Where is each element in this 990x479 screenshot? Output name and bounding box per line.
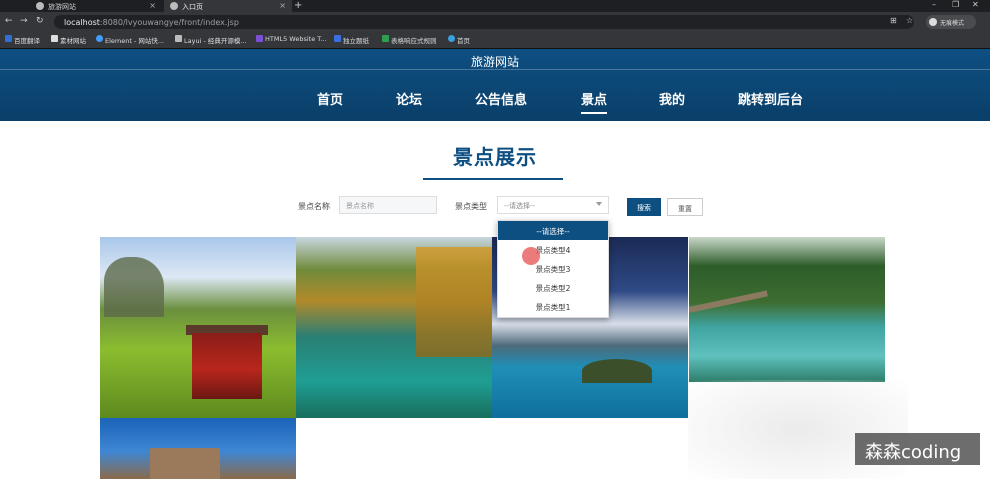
site-favicon-icon (36, 2, 44, 10)
browser-tab-bar: 旅游网站 × 入口页 × + – ❐ ✕ (0, 0, 990, 12)
dropdown-option[interactable]: 景点类型3 (498, 259, 608, 278)
address-bar[interactable]: localhost:8080/lvyouwangye/front/index.j… (54, 15, 914, 29)
nav-mine[interactable]: 我的 (659, 89, 685, 108)
url-path: :8080/lvyouwangye/front/index.jsp (99, 18, 239, 27)
nav-attractions[interactable]: 景点 (581, 89, 608, 114)
bookmark-item[interactable]: 素材网站 (51, 35, 86, 45)
globe-icon (448, 35, 455, 42)
maximize-icon[interactable]: ❐ (952, 0, 959, 9)
attraction-photo-mountain-temple[interactable] (100, 237, 296, 418)
title-underline (423, 178, 563, 180)
watermark: 森森coding (855, 433, 980, 465)
tab-label: 旅游网站 (48, 3, 76, 11)
attraction-photo-turquoise-pool[interactable] (689, 237, 885, 382)
close-icon[interactable]: × (149, 1, 156, 10)
attraction-photo-lake-forest[interactable] (296, 237, 492, 418)
bookmark-item[interactable]: Element - 网站快... (96, 35, 164, 45)
bookmarks-bar: 百度翻译 素材网站 Element - 网站快... Layui - 经典开源模… (0, 32, 990, 49)
cursor-highlight (522, 247, 540, 265)
name-search-input[interactable]: 景点名称 (339, 196, 437, 214)
new-tab-icon[interactable]: + (294, 0, 302, 11)
window-close-icon[interactable]: ✕ (972, 0, 979, 9)
dropdown-option[interactable]: --请选择-- (498, 221, 608, 240)
reload-icon[interactable]: ↻ (36, 16, 44, 26)
element-icon (96, 35, 103, 42)
folder-icon (51, 35, 58, 42)
bookmark-item[interactable]: HTML5 Website T... (256, 35, 327, 43)
bookmark-icon (382, 35, 389, 42)
tab-label: 入口页 (182, 3, 203, 11)
layui-icon (175, 35, 182, 42)
reset-button[interactable]: 重置 (667, 198, 703, 216)
header-divider (0, 69, 990, 70)
minimize-icon[interactable]: – (932, 0, 936, 9)
bookmark-item[interactable]: 首页 (448, 35, 470, 45)
dropdown-option[interactable]: 景点类型1 (498, 297, 608, 316)
nav-home[interactable]: 首页 (317, 89, 343, 108)
autumn-trees (416, 247, 492, 357)
html5-icon (256, 35, 263, 42)
palace-building (150, 448, 220, 479)
type-select[interactable]: --请选择-- (497, 196, 609, 214)
type-select-value: --请选择-- (504, 202, 536, 210)
star-icon[interactable]: ☆ (906, 16, 913, 25)
page-title: 景点展示 (453, 145, 537, 169)
bookmark-item[interactable]: Layui - 经典开源模... (175, 35, 247, 45)
dropdown-option[interactable]: 景点类型2 (498, 278, 608, 297)
tab-travel-site[interactable]: 旅游网站 × (30, 0, 162, 12)
search-button[interactable]: 搜索 (627, 198, 661, 216)
nav-admin[interactable]: 跳转到后台 (738, 89, 803, 108)
island-shape (582, 359, 652, 383)
close-icon[interactable]: × (279, 1, 286, 10)
chevron-down-icon (596, 202, 602, 206)
bookmark-icon (334, 35, 341, 42)
temple-building (192, 333, 262, 399)
translate-icon[interactable]: ⊞ (890, 16, 897, 25)
nav-announcements[interactable]: 公告信息 (475, 89, 527, 108)
nav-forum[interactable]: 论坛 (396, 89, 422, 108)
bookmark-item[interactable]: 独立题纸 (334, 35, 369, 45)
back-icon[interactable]: ← (5, 16, 13, 26)
site-header: 旅游网站 首页 论坛 公告信息 景点 我的 跳转到后台 (0, 49, 990, 121)
site-title: 旅游网站 (470, 55, 519, 69)
profile-label: 无痕模式 (940, 20, 965, 27)
url-host: localhost (64, 18, 100, 27)
globe-icon (170, 2, 178, 10)
dropdown-option[interactable]: 景点类型4 (498, 240, 608, 259)
bookmark-item[interactable]: 表格响应式规则 (382, 35, 437, 45)
boardwalk-shape (689, 290, 768, 313)
profile-button[interactable]: 无痕模式 (926, 15, 976, 29)
name-label: 景点名称 (298, 202, 330, 211)
browser-toolbar: ← → ↻ localhost:8080/lvyouwangye/front/i… (0, 12, 990, 32)
tab-entry-page[interactable]: 入口页 × (164, 0, 292, 12)
type-label: 景点类型 (455, 202, 487, 211)
forward-icon[interactable]: → (20, 16, 28, 26)
bookmark-item[interactable]: 百度翻译 (5, 35, 40, 45)
cliff-shape (104, 257, 164, 317)
attraction-photo-palace[interactable] (100, 418, 296, 479)
translate-bookmark-icon (5, 35, 12, 42)
type-dropdown-menu: --请选择-- 景点类型4 景点类型3 景点类型2 景点类型1 (497, 220, 609, 318)
